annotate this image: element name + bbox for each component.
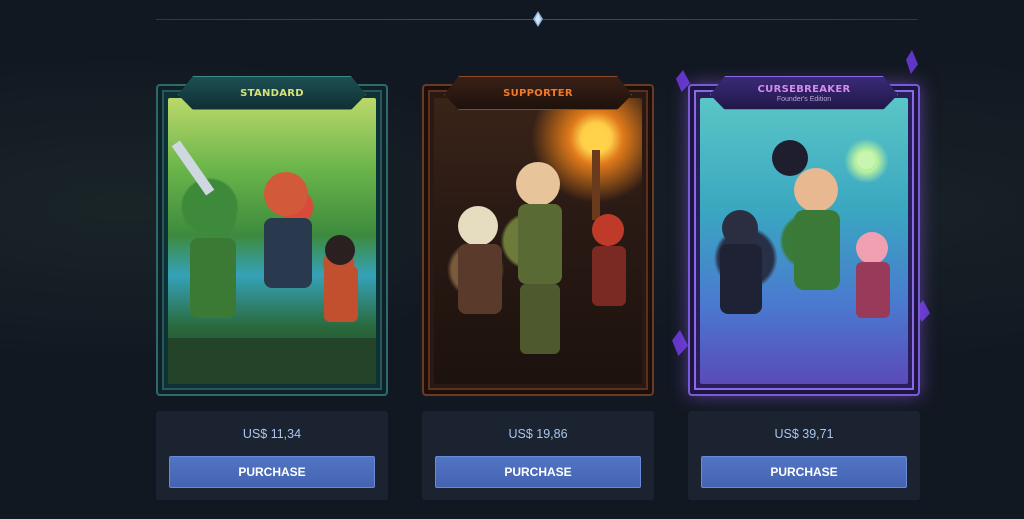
edition-artwork-standard (168, 98, 376, 384)
edition-card-cursebreaker[interactable]: CURSEBREAKER Founder's Edition (688, 76, 920, 398)
purchase-button-supporter[interactable]: PURCHASE (435, 456, 641, 488)
edition-name: SUPPORTER (503, 87, 573, 99)
edition-card-standard[interactable]: STANDARD (156, 76, 388, 398)
purchase-panel-supporter: US$ 19,86 PURCHASE (422, 411, 654, 500)
price-label: US$ 11,34 (242, 427, 302, 441)
edition-title-banner: CURSEBREAKER Founder's Edition (710, 76, 898, 110)
purchase-button-cursebreaker[interactable]: PURCHASE (701, 456, 907, 488)
purchase-panel-cursebreaker: US$ 39,71 PURCHASE (688, 411, 920, 500)
edition-subtitle: Founder's Edition (776, 95, 832, 103)
price-label: US$ 39,71 (774, 427, 834, 441)
edition-name: CURSEBREAKER (757, 83, 851, 95)
edition-title-banner: SUPPORTER (444, 76, 632, 110)
edition-name: STANDARD (240, 87, 304, 99)
purchase-panel-standard: US$ 11,34 PURCHASE (156, 411, 388, 500)
purple-shard-decoration (672, 330, 688, 356)
edition-card-supporter[interactable]: SUPPORTER (422, 76, 654, 398)
edition-title-banner: STANDARD (178, 76, 366, 110)
price-label: US$ 19,86 (508, 427, 568, 441)
purple-shard-decoration (906, 50, 918, 74)
edition-artwork-cursebreaker (700, 98, 908, 384)
edition-artwork-supporter (434, 98, 642, 384)
purchase-button-standard[interactable]: PURCHASE (169, 456, 375, 488)
diamond-gem-icon (533, 11, 543, 27)
